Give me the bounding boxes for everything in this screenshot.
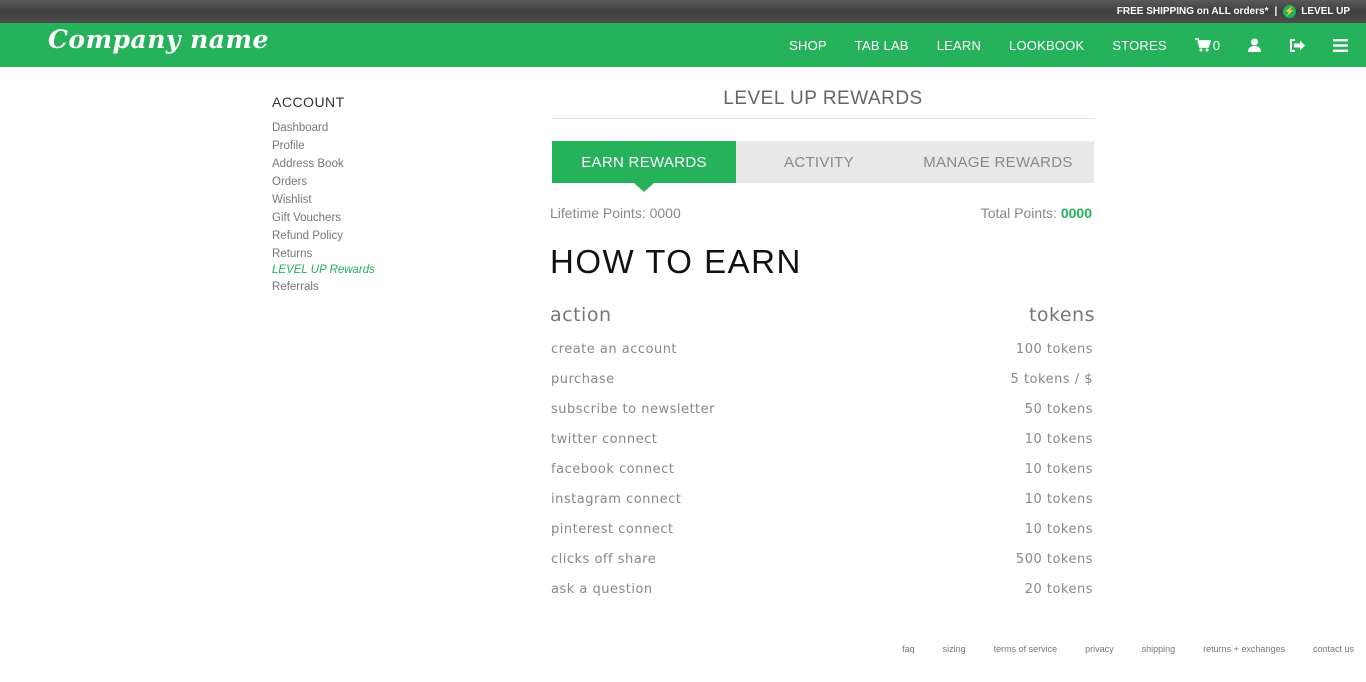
logout-icon [1290,38,1305,52]
row-tokens: 10 tokens [1024,492,1093,507]
top-promo-bar: FREE SHIPPING on ALL orders* | ⚡ LEVEL U… [0,0,1366,23]
points-summary: Lifetime Points: 0000 Total Points: 0000 [550,205,1095,221]
user-icon [1248,38,1261,52]
cart-button[interactable]: 0 [1194,37,1220,53]
table-row: clicks off share 500 tokens [550,552,1095,582]
how-to-earn-heading: HOW TO EARN [550,243,802,280]
tab-earn-rewards[interactable]: EARN REWARDS [552,141,736,192]
footer-terms[interactable]: terms of service [994,644,1058,654]
account-button[interactable] [1248,38,1261,52]
footer-privacy[interactable]: privacy [1085,644,1114,654]
nav-lookbook[interactable]: LOOKBOOK [1009,38,1084,53]
menu-icon [1333,38,1348,52]
table-row: create an account 100 tokens [550,342,1095,372]
sidebar-item-address-book[interactable]: Address Book [272,155,472,173]
footer-faq[interactable]: faq [902,644,915,654]
tab-manage-rewards[interactable]: MANAGE REWARDS [902,141,1094,183]
footer-returns[interactable]: returns + exchanges [1203,644,1285,654]
table-row: instagram connect 10 tokens [550,492,1095,522]
footer-contact[interactable]: contact us [1313,644,1354,654]
main-navbar: Company name SHOP TAB LAB LEARN LOOKBOOK… [0,23,1366,67]
row-action: twitter connect [551,432,658,447]
row-tokens: 50 tokens [1024,402,1093,417]
sidebar-item-orders[interactable]: Orders [272,173,472,191]
table-row: pinterest connect 10 tokens [550,522,1095,552]
footer-shipping[interactable]: shipping [1142,644,1176,654]
cart-count: 0 [1212,37,1220,53]
total-points-label: Total Points: [980,205,1061,221]
table-row: ask a question 20 tokens [550,582,1095,612]
row-tokens: 10 tokens [1024,462,1093,477]
row-action: subscribe to newsletter [551,402,715,417]
row-tokens: 10 tokens [1024,522,1093,537]
rewards-tabs: EARN REWARDS ACTIVITY MANAGE REWARDS [552,141,1094,192]
promo-separator: | [1274,6,1278,17]
row-tokens: 100 tokens [1015,342,1093,357]
total-points-value: 0000 [1060,205,1092,221]
row-tokens: 5 tokens / $ [1010,372,1093,387]
row-action: purchase [551,372,615,387]
nav-learn[interactable]: LEARN [937,38,981,53]
row-action: clicks off share [551,552,657,567]
account-sidebar: ACCOUNT Dashboard Profile Address Book O… [272,94,472,296]
sidebar-item-returns[interactable]: Returns [272,245,472,263]
rewards-main: LEVEL UP REWARDS EARN REWARDS ACTIVITY M… [550,80,1095,612]
sidebar-item-refund-policy[interactable]: Refund Policy [272,227,472,245]
level-up-link[interactable]: LEVEL UP [1301,6,1350,17]
row-action: facebook connect [551,462,675,477]
table-row: twitter connect 10 tokens [550,432,1095,462]
table-row: facebook connect 10 tokens [550,462,1095,492]
row-action: pinterest connect [551,522,674,537]
free-shipping-text: FREE SHIPPING on ALL orders* [1116,6,1269,17]
total-points: Total Points: 0000 [981,205,1092,221]
sidebar-item-wishlist[interactable]: Wishlist [272,191,472,209]
page-title: LEVEL UP REWARDS [552,80,1094,119]
row-action: create an account [551,342,678,357]
footer-sizing[interactable]: sizing [943,644,966,654]
sidebar-item-gift-vouchers[interactable]: Gift Vouchers [272,209,472,227]
company-logo[interactable]: Company name [48,25,269,54]
bolt-icon: ⚡ [1283,5,1297,18]
sidebar-item-dashboard[interactable]: Dashboard [272,119,472,137]
row-tokens: 500 tokens [1015,552,1093,567]
footer-links: faq sizing terms of service privacy ship… [874,644,1354,654]
lifetime-points: Lifetime Points: 0000 [550,205,681,221]
sidebar-item-profile[interactable]: Profile [272,137,472,155]
nav-links: SHOP TAB LAB LEARN LOOKBOOK STORES 0 [789,23,1366,67]
table-row: subscribe to newsletter 50 tokens [550,402,1095,432]
header-tokens: tokens [1028,304,1095,326]
row-action: ask a question [551,582,653,597]
earn-table-header: action tokens [550,304,1095,326]
sidebar-item-referrals[interactable]: Referrals [272,278,472,296]
logout-button[interactable] [1289,38,1305,52]
sidebar-item-level-up-rewards[interactable]: LEVEL UP Rewards [272,263,472,278]
nav-shop[interactable]: SHOP [789,38,827,53]
cart-icon [1194,38,1211,52]
nav-tab-lab[interactable]: TAB LAB [855,38,909,53]
row-action: instagram connect [551,492,682,507]
nav-stores[interactable]: STORES [1112,38,1166,53]
tab-activity[interactable]: ACTIVITY [736,141,902,183]
row-tokens: 20 tokens [1024,582,1093,597]
sidebar-heading: ACCOUNT [272,94,345,110]
row-tokens: 10 tokens [1024,432,1093,447]
header-action: action [550,304,612,326]
menu-button[interactable] [1333,38,1348,52]
table-row: purchase 5 tokens / $ [550,372,1095,402]
earn-table-body: create an account 100 tokens purchase 5 to… [550,342,1095,612]
